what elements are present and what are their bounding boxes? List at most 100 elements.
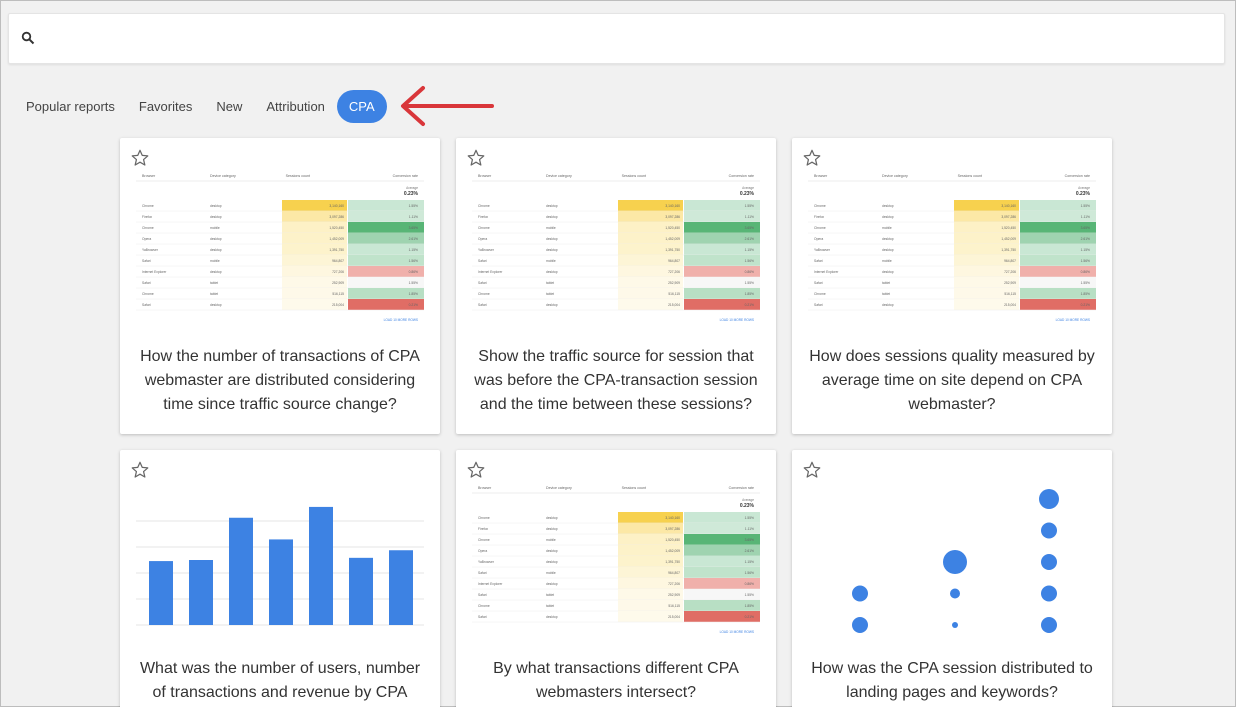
table-cell: mobile — [546, 259, 556, 263]
report-tabs: Popular reports Favorites New Attributio… — [14, 90, 387, 123]
table-cell: 1,520,450 — [665, 538, 680, 542]
tab-new[interactable]: New — [204, 90, 254, 123]
dot — [1041, 585, 1057, 602]
table-cell: 964,807 — [668, 259, 680, 263]
table-cell: 727,206 — [668, 270, 680, 274]
table-cell: tablet — [882, 292, 890, 296]
tab-attribution[interactable]: Attribution — [254, 90, 337, 123]
table-cell: 3,140,160 — [665, 516, 680, 520]
table-cell: desktop — [546, 560, 558, 564]
table-cell: YaBrowser — [814, 248, 831, 252]
average-label: Average — [742, 186, 754, 190]
table-cell: Opera — [478, 237, 487, 241]
table-cell: 215,004 — [668, 615, 680, 619]
table-cell: Opera — [478, 549, 487, 553]
table-cell: 1,391,750 — [329, 248, 344, 252]
dot — [1041, 617, 1057, 633]
table-cell: 1.15% — [745, 560, 754, 564]
tab-favorites[interactable]: Favorites — [127, 90, 204, 123]
tab-cpa[interactable]: CPA — [336, 90, 387, 123]
star-icon[interactable] — [466, 460, 486, 480]
table-cell: Internet Explorer — [814, 270, 839, 274]
table-cell: 3.65% — [409, 226, 418, 230]
bar — [189, 560, 213, 625]
table-cell: 1.55% — [745, 516, 754, 520]
table-cell: 252,909 — [668, 593, 680, 597]
table-cell: 0.21% — [409, 303, 418, 307]
table-cell: Safari — [142, 259, 151, 263]
table-cell: 2.61% — [745, 549, 754, 553]
red-arrow-annotation — [401, 86, 494, 126]
star-icon[interactable] — [130, 460, 150, 480]
search-input[interactable] — [49, 22, 1209, 56]
dot-chart-preview — [852, 489, 1059, 633]
table-preview: Browser Device category Sessions count Conv… — [136, 174, 424, 322]
table-cell: 215,004 — [332, 303, 344, 307]
table-cell: 1.55% — [745, 204, 754, 208]
report-card[interactable]: Browser Device category Sessions count Conv… — [456, 138, 776, 434]
bar — [269, 539, 293, 625]
table-cell: Safari — [814, 259, 823, 263]
table-cell: Safari — [142, 303, 151, 307]
bar — [149, 561, 173, 625]
table-cell: Chrome — [478, 538, 490, 542]
table-cell: 964,807 — [668, 571, 680, 575]
tab-popular-reports[interactable]: Popular reports — [14, 90, 127, 123]
table-cell: desktop — [882, 204, 894, 208]
table-cell: desktop — [210, 204, 222, 208]
table-header-cell: Sessions count — [622, 486, 646, 490]
table-cell: Chrome — [142, 226, 154, 230]
table-cell: Chrome — [478, 516, 490, 520]
table-cell: YaBrowser — [478, 248, 495, 252]
report-preview: Browser Device category Sessions count Conv… — [472, 480, 760, 640]
table-cell: Internet Explorer — [478, 582, 503, 586]
report-card[interactable]: How was the CPA session distributed to l… — [792, 450, 1112, 707]
table-cell: 3.65% — [745, 226, 754, 230]
table-cell: Chrome — [478, 226, 490, 230]
table-cell: Chrome — [478, 204, 490, 208]
star-icon[interactable] — [802, 460, 822, 480]
table-cell: 1.15% — [745, 248, 754, 252]
table-cell: 1.11% — [745, 215, 754, 219]
report-card[interactable]: Browser Device category Sessions count Conv… — [792, 138, 1112, 434]
report-preview: Browser Device category Sessions count Conv… — [136, 168, 424, 328]
table-cell: 1,391,750 — [665, 560, 680, 564]
table-cell: 1,391,750 — [1001, 248, 1016, 252]
table-header-cell: Conversion rate — [729, 174, 754, 178]
table-cell: mobile — [546, 538, 556, 542]
table-cell: 516,115 — [668, 292, 680, 296]
average-label: Average — [742, 498, 754, 502]
table-preview: Browser Device category Sessions count Conv… — [472, 174, 760, 322]
table-cell: 0.86% — [1081, 270, 1090, 274]
report-card[interactable]: Browser Device category Sessions count Conv… — [456, 450, 776, 707]
table-header-cell: Device category — [546, 174, 572, 178]
star-icon[interactable] — [802, 148, 822, 168]
dot — [1041, 522, 1057, 539]
star-icon[interactable] — [466, 148, 486, 168]
table-cell: tablet — [882, 281, 890, 285]
table-cell: mobile — [546, 226, 556, 230]
dot — [852, 617, 868, 633]
report-title: What was the number of users, number of … — [139, 660, 421, 701]
table-cell: 3,140,160 — [665, 204, 680, 208]
table-cell: Opera — [814, 237, 823, 241]
dot — [943, 550, 967, 574]
table-cell: Opera — [142, 237, 151, 241]
table-cell: 1.85% — [745, 604, 754, 608]
report-card[interactable]: Browser Device category Sessions count Conv… — [120, 138, 440, 434]
table-cell: Chrome — [142, 292, 154, 296]
table-cell: 727,206 — [1004, 270, 1016, 274]
search-bar[interactable] — [8, 13, 1225, 64]
report-card[interactable]: What was the number of users, number of … — [120, 450, 440, 707]
table-cell: Safari — [478, 571, 487, 575]
table-cell: 3,140,160 — [1001, 204, 1016, 208]
search-icon — [21, 31, 35, 45]
average-label: Average — [406, 186, 418, 190]
star-icon[interactable] — [130, 148, 150, 168]
table-cell: mobile — [546, 571, 556, 575]
table-cell: 3,097,286 — [329, 215, 344, 219]
table-cell: desktop — [546, 215, 558, 219]
table-header-cell: Browser — [142, 174, 156, 178]
bar — [309, 506, 333, 625]
table-cell: 1,520,450 — [329, 226, 344, 230]
